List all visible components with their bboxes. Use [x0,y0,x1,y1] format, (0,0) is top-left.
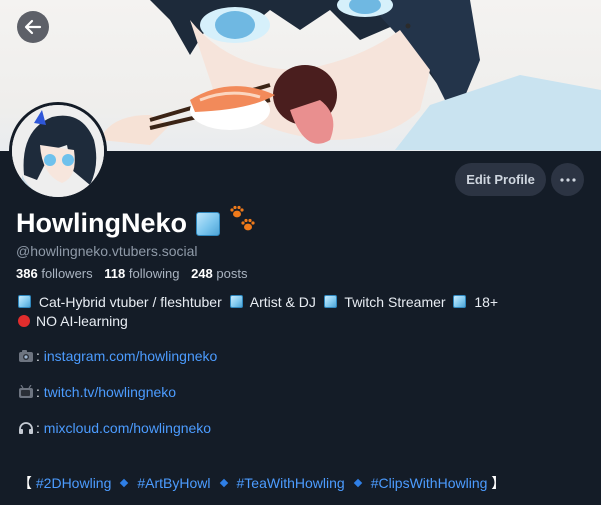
bracket-close: 】 [491,475,506,491]
back-button[interactable] [17,11,49,43]
following-count: 118 [104,266,126,281]
following-stat[interactable]: 118 following [104,266,183,281]
diamond-icon [219,479,228,488]
posts-label: posts [216,266,248,281]
display-name: HowlingNeko [16,208,188,238]
tv-icon [18,384,34,402]
instagram-link-row: : instagram.com/howlingneko [18,348,217,366]
user-handle: @howlingneko.vtubers.social [16,243,198,259]
bio-item: Cat-Hybrid vtuber / fleshtuber [38,294,222,310]
twitch-link-row: : twitch.tv/howlingneko [18,384,176,402]
hashtag-link[interactable]: #TeaWithHowling [237,475,345,491]
following-label: following [128,266,180,281]
followers-count: 386 [16,266,38,281]
camera-icon [18,349,34,366]
bracket-open: 【 [18,475,32,491]
bio-line-2: NO AI-learning [18,312,588,331]
bio-item: Twitch Streamer [344,294,446,310]
mixcloud-link-row: : mixcloud.com/howlingneko [18,420,211,438]
bio-item: 18+ [474,294,499,310]
hashtag-link[interactable]: #ArtByHowl [137,475,210,491]
mixcloud-link[interactable]: mixcloud.com/howlingneko [44,420,211,436]
hashtag-link[interactable]: #ClipsWithHowling [371,475,488,491]
paw-prints-emoji-icon [228,205,258,242]
ice-cube-icon [453,295,467,308]
ice-cube-icon [323,295,337,308]
profile-stats: 386 followers 118 following 248 posts [16,266,255,281]
bio-item: NO AI-learning [36,313,128,329]
avatar-image [12,105,104,197]
avatar[interactable] [9,102,107,200]
bio-item: Artist & DJ [249,294,316,310]
instagram-link[interactable]: instagram.com/howlingneko [44,348,218,364]
display-name-row: HowlingNeko [16,205,258,242]
diamond-icon [120,479,129,488]
posts-stat[interactable]: 248 posts [191,266,247,281]
hashtag-row: 【 #2DHowling #ArtByHowl #TeaWithHowling #Cl… [18,473,505,493]
followers-stat[interactable]: 386 followers [16,266,96,281]
hashtag-link[interactable]: #2DHowling [36,475,111,491]
edit-profile-button[interactable]: Edit Profile [455,163,546,196]
ice-cube-emoji-icon [196,211,221,236]
arrow-left-icon [24,19,42,35]
posts-count: 248 [191,266,213,281]
ice-cube-icon [229,295,243,308]
twitch-link[interactable]: twitch.tv/howlingneko [44,384,176,400]
followers-label: followers [41,266,93,281]
more-dots-icon [559,177,576,182]
more-options-button[interactable] [551,163,584,196]
bio: Cat-Hybrid vtuber / fleshtuber Artist & … [18,293,588,331]
ice-cube-icon [18,295,31,308]
headphones-icon [18,421,34,438]
bio-line-1: Cat-Hybrid vtuber / fleshtuber Artist & … [18,293,588,312]
red-circle-icon [18,315,30,327]
diamond-icon [353,479,362,488]
